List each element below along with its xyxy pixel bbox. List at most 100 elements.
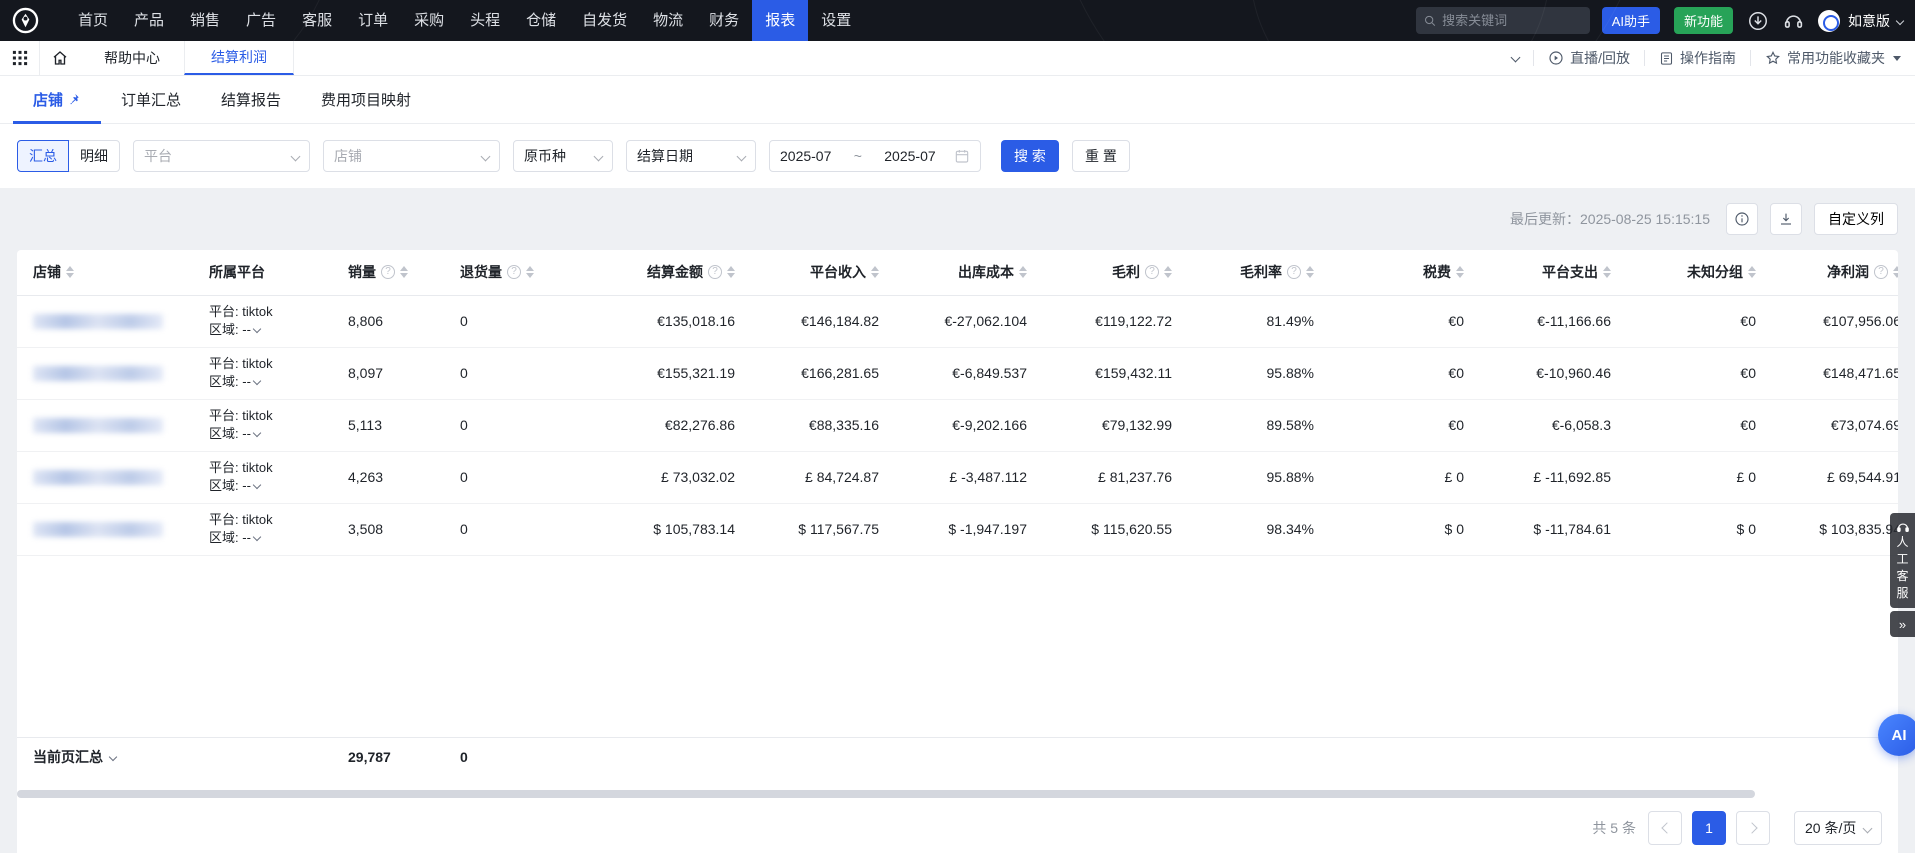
column-header[interactable]: 平台支出 [1464, 250, 1611, 295]
nav-item[interactable]: 设置 [808, 0, 864, 41]
chevron-down-icon[interactable] [253, 377, 261, 385]
nav-item[interactable]: 自发货 [569, 0, 640, 41]
user-avatar[interactable] [1818, 10, 1840, 32]
nav-item[interactable]: 销售 [177, 0, 233, 41]
cell-settlement: £ 73,032.02 [580, 451, 735, 503]
live-replay-link[interactable]: 直播/回放 [1534, 41, 1644, 75]
global-search[interactable] [1416, 7, 1590, 34]
column-header[interactable]: 销量? [348, 250, 460, 295]
column-header[interactable]: 出库成本 [879, 250, 1027, 295]
subtab[interactable]: 订单汇总 [101, 76, 201, 123]
tab-help-center[interactable]: 帮助中心 [80, 41, 184, 75]
nav-item[interactable]: 首页 [65, 0, 121, 41]
column-header[interactable]: 结算金额? [580, 250, 735, 295]
date-type-select[interactable]: 结算日期 [626, 140, 756, 172]
sort-icon[interactable] [66, 266, 74, 278]
reset-button[interactable]: 重 置 [1072, 140, 1130, 172]
column-header[interactable]: 税费 [1314, 250, 1464, 295]
guide-link[interactable]: 操作指南 [1645, 41, 1750, 75]
column-header[interactable]: 退货量? [460, 250, 580, 295]
help-icon[interactable]: ? [381, 265, 395, 279]
cell-tax: $ 0 [1314, 503, 1464, 555]
ai-assistant-button[interactable]: AI助手 [1602, 7, 1660, 34]
customize-columns-button[interactable]: 自定义列 [1814, 203, 1898, 235]
nav-item[interactable]: 头程 [457, 0, 513, 41]
nav-item[interactable]: 财务 [696, 0, 752, 41]
sort-icon[interactable] [1603, 266, 1611, 278]
summary-label[interactable]: 当前页汇总 [33, 749, 103, 765]
nav-item[interactable]: 产品 [121, 0, 177, 41]
app-logo[interactable] [12, 7, 39, 34]
collapse-widget-button[interactable]: » [1890, 611, 1915, 637]
sort-icon[interactable] [1164, 266, 1172, 278]
help-icon[interactable]: ? [1874, 265, 1888, 279]
horizontal-scrollbar[interactable] [17, 790, 1755, 798]
column-header[interactable]: 所属平台 [209, 250, 348, 295]
column-header[interactable]: 毛利率? [1172, 250, 1314, 295]
sort-icon[interactable] [400, 266, 408, 278]
sort-icon[interactable] [1019, 266, 1027, 278]
column-header[interactable]: 平台收入 [735, 250, 879, 295]
sort-icon[interactable] [1456, 266, 1464, 278]
home-icon[interactable] [40, 41, 80, 75]
sort-icon[interactable] [1748, 266, 1756, 278]
help-icon[interactable]: ? [708, 265, 722, 279]
new-features-button[interactable]: 新功能 [1674, 7, 1733, 34]
sort-icon[interactable] [526, 266, 534, 278]
info-icon-button[interactable] [1726, 203, 1758, 235]
subtab[interactable]: 结算报告 [201, 76, 301, 123]
chevron-down-icon[interactable] [253, 325, 261, 333]
download-icon[interactable] [1746, 9, 1769, 32]
date-from[interactable]: 2025-07 [780, 148, 831, 164]
store-select[interactable]: 店铺 [323, 140, 500, 172]
search-input[interactable] [1442, 13, 1582, 28]
chevron-down-icon[interactable] [253, 533, 261, 541]
currency-select[interactable]: 原币种 [513, 140, 613, 172]
nav-item[interactable]: 订单 [345, 0, 401, 41]
help-icon[interactable]: ? [1145, 265, 1159, 279]
date-range-picker[interactable]: 2025-07 ~ 2025-07 [769, 140, 981, 172]
sort-icon[interactable] [871, 266, 879, 278]
page-1-button[interactable]: 1 [1692, 811, 1726, 845]
sort-icon[interactable] [1893, 266, 1898, 278]
next-page-button[interactable] [1736, 811, 1770, 845]
cell-gross-margin: 98.34% [1172, 503, 1314, 555]
mode-summary-button[interactable]: 汇总 [17, 140, 69, 172]
customer-service-widget[interactable]: 人工客服 [1890, 513, 1915, 608]
date-to[interactable]: 2025-07 [884, 148, 935, 164]
column-header[interactable]: 店铺 [17, 250, 209, 295]
prev-page-button[interactable] [1648, 811, 1682, 845]
nav-item[interactable]: 广告 [233, 0, 289, 41]
help-icon[interactable]: ? [1287, 265, 1301, 279]
ai-floating-button[interactable]: AI [1878, 714, 1915, 756]
tabs-collapse-icon[interactable] [1498, 50, 1533, 66]
subtab[interactable]: 店铺 [13, 76, 101, 123]
sort-icon[interactable] [1306, 266, 1314, 278]
nav-item[interactable]: 报表 [752, 0, 808, 41]
nav-item[interactable]: 物流 [640, 0, 696, 41]
page-size-select[interactable]: 20 条/页 [1794, 811, 1882, 845]
column-header[interactable]: 毛利? [1027, 250, 1172, 295]
column-header[interactable]: 未知分组 [1611, 250, 1756, 295]
region-line: 区域: -- [209, 529, 348, 547]
edition-label[interactable]: 如意版 [1848, 11, 1890, 31]
chevron-down-icon[interactable] [1896, 16, 1904, 24]
apps-grid-icon[interactable] [0, 41, 40, 75]
column-header[interactable]: 净利润? [1756, 250, 1898, 295]
nav-item[interactable]: 采购 [401, 0, 457, 41]
chevron-down-icon[interactable] [253, 429, 261, 437]
nav-item[interactable]: 仓储 [513, 0, 569, 41]
tab-settlement-profit[interactable]: 结算利润 [184, 41, 294, 75]
platform-select[interactable]: 平台 [133, 140, 310, 172]
export-icon-button[interactable] [1770, 203, 1802, 235]
chevron-down-icon[interactable] [109, 753, 117, 761]
help-icon[interactable]: ? [507, 265, 521, 279]
nav-item[interactable]: 客服 [289, 0, 345, 41]
headset-icon[interactable] [1782, 9, 1805, 32]
subtab[interactable]: 费用项目映射 [301, 76, 431, 123]
mode-detail-button[interactable]: 明细 [68, 140, 120, 172]
favorites-menu[interactable]: 常用功能收藏夹 [1751, 41, 1915, 75]
search-button[interactable]: 搜 索 [1001, 140, 1059, 172]
sort-icon[interactable] [727, 266, 735, 278]
chevron-down-icon[interactable] [253, 481, 261, 489]
